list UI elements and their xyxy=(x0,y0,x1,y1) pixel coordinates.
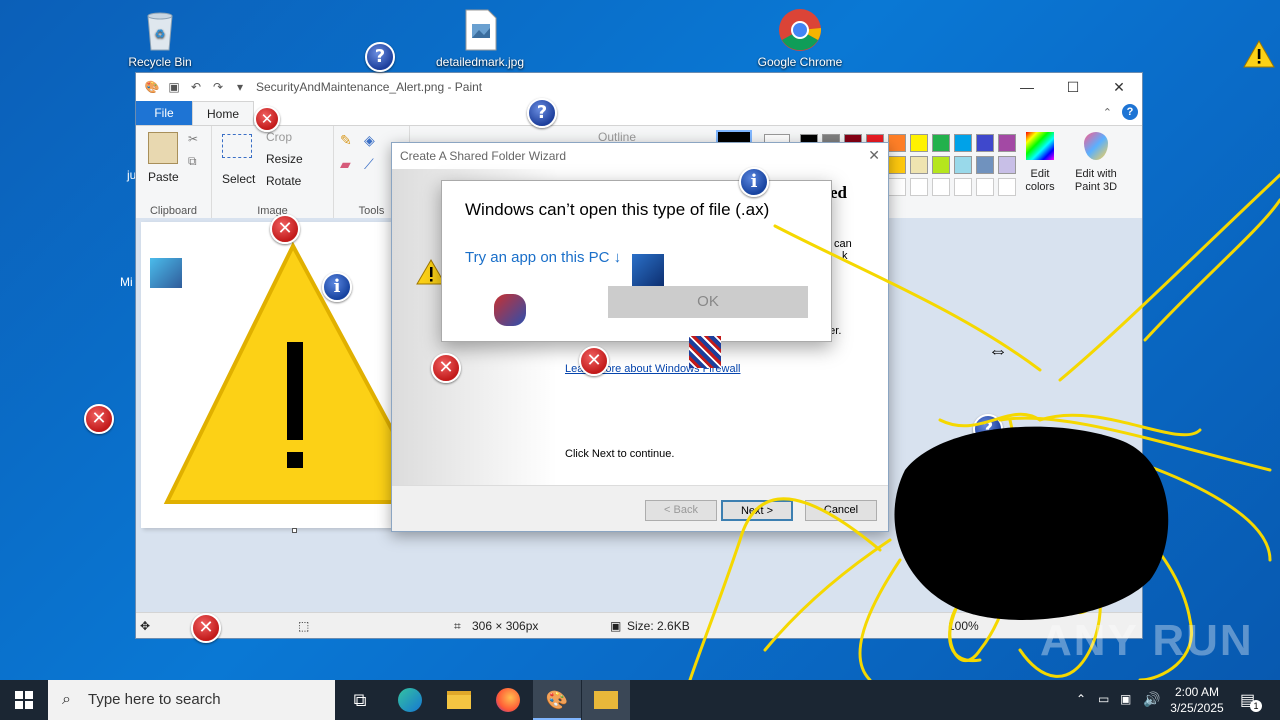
clock[interactable]: 2:00 AM 3/25/2025 xyxy=(1168,684,1226,716)
search-icon: ⌕ xyxy=(62,691,71,708)
search-placeholder: Type here to search xyxy=(88,691,221,708)
volume-icon[interactable]: 🔊 xyxy=(1143,691,1160,708)
firefox-icon[interactable] xyxy=(484,680,532,720)
taskbar: ⌕ Type here to search ⧉ 🎨 ⌃ ▭ ▣ 🔊 2:00 A… xyxy=(0,680,1280,720)
scribble-overlay xyxy=(688,173,1280,680)
desktop: ♻ Recycle Bin detailedmark.jpg Google Ch… xyxy=(0,0,1280,680)
file-explorer-icon[interactable] xyxy=(435,680,483,720)
notification-count: 1 xyxy=(1250,700,1262,712)
tray-chevron-icon[interactable]: ⌃ xyxy=(1076,692,1086,706)
tray-network-icon[interactable]: ▭ xyxy=(1098,692,1109,706)
paint-taskbar-icon[interactable]: 🎨 xyxy=(533,680,581,720)
wizard-taskbar-icon[interactable] xyxy=(582,680,630,720)
anyrun-watermark: ANY RUN xyxy=(1040,616,1254,665)
windows-logo-icon xyxy=(15,691,33,709)
notifications-icon[interactable]: ▤ 1 xyxy=(1240,690,1262,712)
edge-icon[interactable] xyxy=(386,680,434,720)
tray-display-icon[interactable]: ▣ xyxy=(1120,692,1131,706)
start-button[interactable] xyxy=(0,680,48,720)
task-view-icon[interactable]: ⧉ xyxy=(336,680,384,720)
clock-time: 2:00 AM xyxy=(1174,685,1220,699)
clock-date: 3/25/2025 xyxy=(1170,701,1224,715)
mouse-cursor-icon: ⇔ xyxy=(988,340,1008,362)
taskbar-search[interactable]: ⌕ Type here to search xyxy=(48,680,335,720)
